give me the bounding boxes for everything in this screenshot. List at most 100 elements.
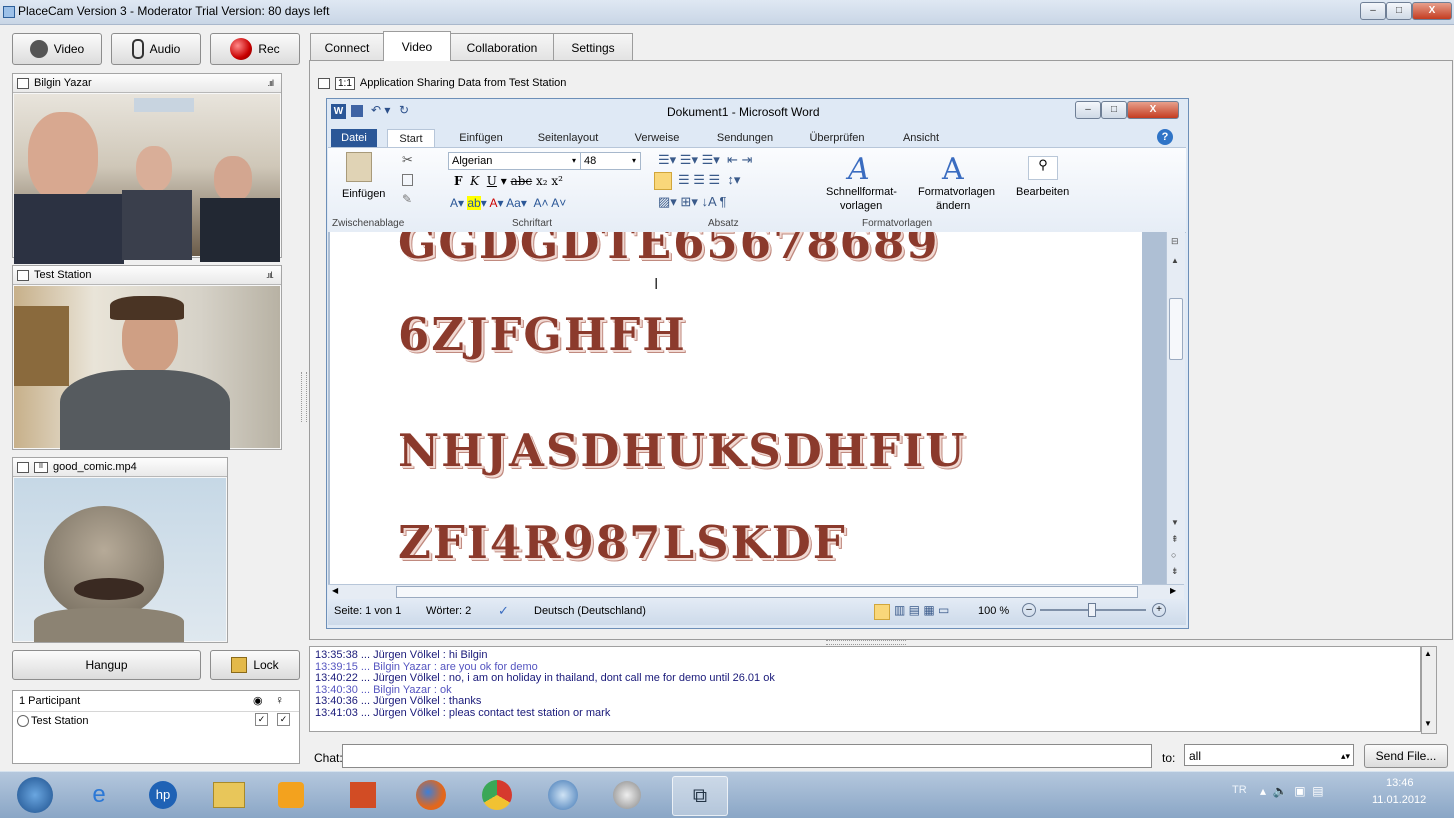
pause-icon[interactable]: II bbox=[34, 461, 48, 473]
change-styles-label-2[interactable]: ändern bbox=[936, 200, 970, 212]
window-icon[interactable] bbox=[318, 77, 330, 89]
ribbon-tab-ueberpruefen[interactable]: Überprüfen bbox=[799, 129, 875, 147]
start-button[interactable] bbox=[12, 776, 58, 814]
word-count[interactable]: Wörter: 2 bbox=[426, 605, 471, 617]
cut-icon[interactable]: ✂ bbox=[402, 152, 413, 168]
ribbon-tab-ansicht[interactable]: Ansicht bbox=[893, 129, 949, 147]
page-count[interactable]: Seite: 1 von 1 bbox=[334, 605, 401, 617]
presentation-icon[interactable] bbox=[340, 776, 386, 814]
zoom-in-icon[interactable]: + bbox=[1152, 603, 1166, 617]
splitter-handle[interactable] bbox=[301, 372, 307, 422]
font-color-buttons[interactable]: A▾ ab▾ A▾ Aa▾ A˄ A˅ bbox=[450, 196, 566, 210]
ribbon-tab-verweise[interactable]: Verweise bbox=[627, 129, 687, 147]
word-window[interactable]: W ↶ ▾ ↻ Dokument1 - Microsoft Word – □ X… bbox=[326, 98, 1189, 629]
tray-icons[interactable]: ▴ 🔈 ▣ ▤ bbox=[1260, 784, 1324, 798]
word-minimize-button[interactable]: – bbox=[1075, 101, 1101, 119]
splitter-handle[interactable] bbox=[826, 640, 906, 645]
browse-object-icon[interactable]: ○ bbox=[1171, 550, 1176, 560]
placecam-taskbar-icon[interactable]: ⧉ bbox=[672, 776, 728, 816]
format-painter-icon[interactable]: ✎ bbox=[402, 192, 412, 206]
window-icon[interactable] bbox=[17, 461, 29, 473]
binoculars-icon[interactable]: ⚲ bbox=[1028, 156, 1058, 180]
scroll-left-icon[interactable]: ◀ bbox=[332, 586, 338, 595]
help-icon[interactable]: ? bbox=[1157, 129, 1173, 145]
scroll-thumb[interactable] bbox=[1169, 298, 1183, 360]
scroll-down-icon[interactable]: ▼ bbox=[1424, 719, 1432, 728]
font-name-select[interactable]: Algerian ▾ bbox=[448, 152, 581, 170]
clock-time[interactable]: 13:46 bbox=[1386, 777, 1414, 789]
proofing-icon[interactable]: ✓ bbox=[498, 603, 509, 619]
tab-connect[interactable]: Connect bbox=[310, 33, 384, 61]
prev-page-icon[interactable]: ⇞ bbox=[1171, 534, 1179, 545]
copy-icon[interactable] bbox=[402, 174, 413, 186]
quick-styles-label-2[interactable]: vorlagen bbox=[840, 200, 882, 212]
redo-icon[interactable]: ↻ bbox=[399, 103, 409, 117]
font-style-buttons[interactable]: F K U ▾ abc x₂ x² bbox=[454, 174, 563, 188]
ruler-icon[interactable]: ⊟ bbox=[1171, 236, 1179, 247]
change-styles-icon[interactable]: A bbox=[942, 152, 964, 187]
hangup-button[interactable]: Hangup bbox=[12, 650, 201, 680]
next-page-icon[interactable]: ⇟ bbox=[1171, 566, 1179, 577]
change-styles-label[interactable]: Formatvorlagen bbox=[918, 186, 995, 198]
word-maximize-button[interactable]: □ bbox=[1101, 101, 1127, 119]
language[interactable]: Deutsch (Deutschland) bbox=[534, 605, 646, 617]
lock-button[interactable]: Lock bbox=[210, 650, 300, 680]
paste-icon[interactable] bbox=[346, 152, 372, 182]
audio-toggle-button[interactable]: Audio bbox=[111, 33, 201, 65]
language-indicator[interactable]: TR bbox=[1232, 784, 1247, 796]
scale-button[interactable]: 1:1 bbox=[335, 76, 355, 90]
italic-icon[interactable]: K bbox=[470, 174, 479, 188]
window-icon[interactable] bbox=[17, 269, 29, 281]
chat-input[interactable] bbox=[342, 744, 1152, 768]
list-buttons[interactable]: ☰▾ ☰▾ ☰▾ ⇤ ⇥ bbox=[658, 152, 752, 168]
maximize-button[interactable]: □ bbox=[1386, 2, 1412, 20]
zoom-slider-thumb[interactable] bbox=[1088, 603, 1096, 617]
zoom-out-icon[interactable]: – bbox=[1022, 603, 1036, 617]
scroll-down-icon[interactable]: ▼ bbox=[1171, 518, 1179, 527]
underline-icon[interactable]: U bbox=[487, 174, 497, 188]
clock-date[interactable]: 11.01.2012 bbox=[1372, 794, 1426, 806]
record-button[interactable]: Rec bbox=[210, 33, 300, 65]
strikethrough-icon[interactable]: abc bbox=[511, 174, 533, 188]
paste-button[interactable]: Einfügen bbox=[342, 188, 385, 200]
zoom-level[interactable]: 100 % bbox=[978, 605, 1009, 617]
sound-icon[interactable] bbox=[604, 776, 650, 814]
ribbon-tab-datei[interactable]: Datei bbox=[331, 129, 377, 147]
messenger-icon[interactable] bbox=[540, 776, 586, 814]
chat-scrollbar[interactable]: ▲ ▼ bbox=[1421, 646, 1437, 734]
view-buttons[interactable]: ▥ ▤ ▦ ▭ bbox=[894, 603, 949, 617]
firefox-icon[interactable] bbox=[408, 776, 454, 814]
font-size-select[interactable]: 48 ▾ bbox=[580, 152, 641, 170]
save-icon[interactable] bbox=[351, 105, 363, 117]
ribbon-tab-sendungen[interactable]: Sendungen bbox=[707, 129, 783, 147]
send-file-button[interactable]: Send File... bbox=[1364, 744, 1448, 768]
internet-explorer-icon[interactable]: e bbox=[76, 776, 122, 814]
ribbon-tab-seitenlayout[interactable]: Seitenlayout bbox=[527, 129, 609, 147]
print-layout-icon[interactable] bbox=[874, 604, 890, 620]
ribbon-tab-einfuegen[interactable]: Einfügen bbox=[447, 129, 515, 147]
word-close-button[interactable]: X bbox=[1127, 101, 1179, 119]
minimize-button[interactable]: – bbox=[1360, 2, 1386, 20]
align-buttons[interactable]: ☰ ☰ ☰ ↕▾ bbox=[678, 172, 740, 188]
horizontal-scrollbar[interactable]: ◀ ▶ bbox=[328, 584, 1184, 599]
h-scroll-thumb[interactable] bbox=[396, 586, 1138, 598]
bold-icon[interactable]: F bbox=[454, 174, 463, 188]
file-explorer-icon[interactable] bbox=[206, 776, 252, 814]
video-toggle-button[interactable]: Video bbox=[12, 33, 102, 65]
hp-icon[interactable]: hp bbox=[140, 776, 186, 814]
tab-settings[interactable]: Settings bbox=[553, 33, 633, 61]
document-page[interactable]: GGDGDTE65678689 6ZJFGHFH NHJASDHUKSDHFIU… bbox=[330, 232, 1142, 584]
undo-icon[interactable]: ↶ ▾ bbox=[371, 103, 390, 117]
audio-checkbox[interactable]: ✓ bbox=[277, 713, 290, 726]
scroll-up-icon[interactable]: ▲ bbox=[1171, 256, 1179, 265]
media-player-icon[interactable] bbox=[268, 776, 314, 814]
scroll-right-icon[interactable]: ▶ bbox=[1170, 586, 1176, 595]
video-checkbox[interactable]: ✓ bbox=[255, 713, 268, 726]
edit-button[interactable]: Bearbeiten bbox=[1016, 186, 1069, 198]
quick-styles-icon[interactable]: A bbox=[848, 152, 870, 187]
window-icon[interactable] bbox=[17, 77, 29, 89]
tab-video[interactable]: Video bbox=[383, 31, 451, 61]
list-item[interactable]: Test Station ✓ ✓ bbox=[15, 713, 295, 729]
close-button[interactable]: X bbox=[1412, 2, 1452, 20]
tab-collaboration[interactable]: Collaboration bbox=[450, 33, 554, 61]
